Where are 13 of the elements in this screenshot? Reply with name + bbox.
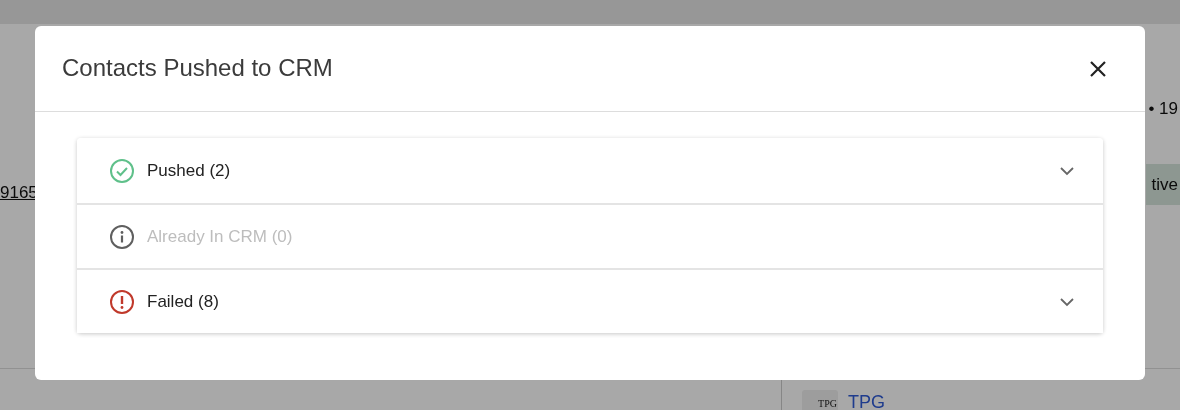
info-icon: [109, 223, 135, 250]
modal-title: Contacts Pushed to CRM: [62, 54, 333, 83]
chevron-down-icon: [1059, 165, 1075, 176]
meta-text: • 19: [1148, 98, 1178, 120]
warning-icon: [109, 288, 135, 315]
accordion-header[interactable]: Failed (8): [77, 268, 1103, 333]
chevron-down-icon: [1059, 296, 1075, 307]
company-logo: TPG: [802, 390, 838, 410]
status-badge: tive: [1145, 163, 1180, 205]
close-icon: [1089, 59, 1107, 78]
accordion-header[interactable]: Pushed (2): [77, 138, 1103, 203]
check-circle-icon: [109, 157, 135, 184]
company-link[interactable]: TPG: [848, 389, 885, 410]
